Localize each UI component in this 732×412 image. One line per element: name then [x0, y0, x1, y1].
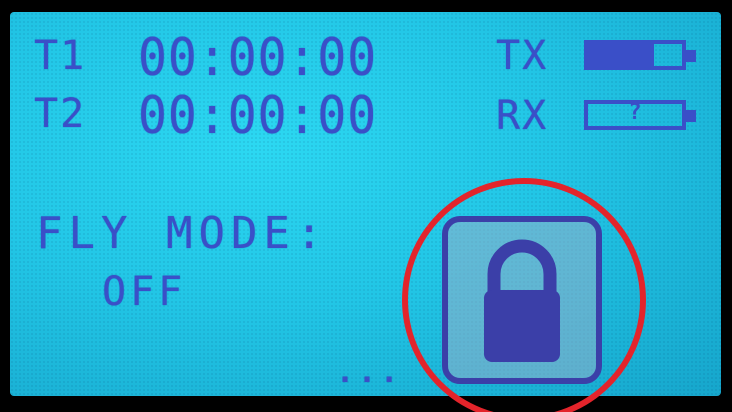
- timer-2-label: T2: [34, 91, 87, 137]
- page-indicator: ...: [336, 355, 403, 390]
- tx-battery-fill: [588, 44, 654, 66]
- timer-1-label: T1: [34, 33, 87, 79]
- lock-icon: [484, 239, 560, 362]
- timer-2-value: 00:00:00: [138, 85, 378, 147]
- tx-label: TX: [496, 33, 549, 79]
- rx-battery-icon: ?: [584, 100, 696, 130]
- fly-mode-label: FLY MODE:: [36, 208, 329, 259]
- lcd-screen: T1 00:00:00 T2 00:00:00 TX RX ? FLY MODE…: [10, 12, 721, 396]
- tx-battery-cap: [686, 50, 696, 62]
- tx-battery-icon: [584, 40, 696, 70]
- fly-mode-value: OFF: [102, 269, 187, 315]
- rx-label: RX: [496, 93, 549, 139]
- rx-battery-cap: [686, 110, 696, 122]
- timer-1-value: 00:00:00: [138, 27, 378, 89]
- rx-battery-status: ?: [628, 100, 642, 125]
- lock-button[interactable]: [442, 216, 602, 384]
